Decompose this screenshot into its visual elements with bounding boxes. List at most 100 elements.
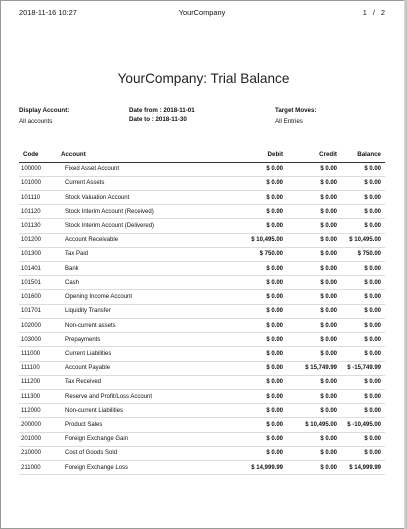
balance-cell: $ 0.00 [341, 189, 385, 205]
credit-cell: $ 0.00 [287, 218, 341, 234]
credit-cell: $ 0.00 [287, 303, 341, 319]
debit-cell: $ 0.00 [197, 360, 287, 376]
account-code: 211000 [19, 460, 57, 476]
debit-cell: $ 0.00 [197, 346, 287, 362]
credit-cell: $ 10,495.00 [287, 417, 341, 433]
debit-cell: $ 0.00 [197, 261, 287, 276]
account-name: Stock Valuation Account [57, 189, 197, 205]
credit-cell: $ 0.00 [287, 275, 341, 290]
balance-cell: $ 750.00 [341, 246, 385, 262]
page-total: 2 [380, 8, 385, 17]
balance-cell: $ 0.00 [341, 317, 385, 333]
account-name: Prepayments [57, 332, 197, 347]
account-code: 210000 [19, 445, 57, 461]
report-filters: Display Account: All accounts Date from … [19, 106, 385, 128]
balance-cell: $ 0.00 [341, 175, 385, 191]
table-row: 101130 Stock Interim Account (Delivered) $… [19, 218, 385, 234]
debit-cell: $ 0.00 [197, 303, 287, 319]
account-name: Foreign Exchange Gain [57, 431, 197, 447]
debit-cell: $ 0.00 [266, 166, 283, 173]
debit-cell: $ 0.00 [197, 218, 287, 234]
debit-cell: $ 0.00 [197, 417, 287, 433]
balance-cell: $ 0.00 [341, 445, 385, 461]
credit-cell: $ 0.00 [287, 374, 341, 390]
report-title: YourCompany: Trial Balance [117, 71, 290, 86]
account-code: 100000 [21, 166, 42, 173]
table-row: 103000 Prepayments $ 0.00 $ 0.00 $ 0.00 [19, 332, 385, 347]
balance-cell: $ 0.00 [341, 346, 385, 362]
account-code: 101300 [19, 246, 57, 262]
account-name: Stock Interim Account (Delivered) [57, 218, 197, 234]
balance-cell: $ 0.00 [341, 388, 385, 404]
credit-cell: $ 0.00 [287, 175, 341, 191]
table-row: 101600 Opening Income Account $ 0.00 $ 0.00… [19, 289, 385, 305]
filter-date-to: Date to : 2018-11-30 [129, 116, 187, 123]
credit-cell: $ 0.00 [287, 261, 341, 276]
credit-cell: $ 0.00 [287, 246, 341, 262]
balance-cell: $ -15,749.99 [341, 360, 385, 376]
table-row: 101401 Bank $ 0.00 $ 0.00 $ 0.00 [19, 261, 385, 276]
credit-cell: $ 0.00 [287, 332, 341, 347]
table-row: 102000 Non-current assets $ 0.00 $ 0.00 $ 0.… [19, 317, 385, 333]
table-row: 111200 Tax Received $ 0.00 $ 0.00 $ 0.00 [19, 374, 385, 390]
account-code: 201000 [19, 431, 57, 447]
table-header-row: Code Account Debit Credit Balance [19, 148, 385, 163]
account-name: Product Sales [57, 417, 197, 433]
account-code: 112000 [19, 403, 57, 418]
account-code: 101110 [19, 189, 57, 205]
table-row: 100000 Fixed Asset Account $ 0.00 $ 0.00 $ 0… [19, 162, 385, 176]
balance-cell: $ 0.00 [341, 303, 385, 319]
account-code: 101120 [19, 204, 57, 219]
debit-cell: $ 0.00 [197, 431, 287, 447]
account-code: 101501 [19, 275, 57, 290]
account-code: 102000 [19, 317, 57, 333]
debit-cell: $ 0.00 [197, 403, 287, 418]
account-name: Foreign Exchange Loss [57, 460, 197, 476]
header-code: Code [19, 148, 57, 163]
table-row: 111100 Account Payable $ 0.00 $ 15,749.99 $ … [19, 360, 385, 376]
credit-cell: $ 0.00 [287, 445, 341, 461]
print-header: 2018-11-16 10:27 YourCompany 1/2 [19, 8, 385, 20]
table-body: 100000 Fixed Asset Account $ 0.00 $ 0.00 $ 0… [19, 162, 385, 476]
account-name: Current Assets [57, 175, 197, 191]
account-name: Account Receivable [57, 232, 197, 248]
balance-cell: $ 0.00 [364, 166, 381, 173]
header-account: Account [57, 148, 197, 163]
table-row: 101300 Tax Paid $ 750.00 $ 0.00 $ 750.00 [19, 246, 385, 262]
credit-cell: $ 0.00 [320, 166, 337, 173]
debit-cell: $ 0.00 [197, 388, 287, 404]
debit-cell: $ 0.00 [197, 175, 287, 191]
account-name: Non-current Liabilities [57, 403, 197, 418]
print-company-name: YourCompany [178, 8, 226, 17]
account-name: Account Payable [57, 360, 197, 376]
account-code: 103000 [19, 332, 57, 347]
debit-cell: $ 0.00 [197, 189, 287, 205]
table-row: 211000 Foreign Exchange Loss $ 14,999.99 $ … [19, 460, 385, 476]
account-code: 101130 [19, 218, 57, 234]
balance-cell: $ 0.00 [341, 218, 385, 234]
credit-cell: $ 0.00 [287, 460, 341, 476]
credit-cell: $ 0.00 [287, 232, 341, 248]
debit-cell: $ 750.00 [197, 246, 287, 262]
account-code: 200000 [19, 417, 57, 433]
table-row: 210000 Cost of Goods Sold $ 0.00 $ 0.00 $ 0.… [19, 445, 385, 461]
debit-cell: $ 14,999.99 [197, 460, 287, 476]
table-row: 101000 Current Assets $ 0.00 $ 0.00 $ 0.00 [19, 175, 385, 191]
filter-target-moves-label: Target Moves: [275, 107, 317, 114]
trial-balance-table: Code Account Debit Credit Balance 100000… [19, 148, 385, 476]
debit-cell: $ 0.00 [197, 289, 287, 305]
table-row: 101501 Cash $ 0.00 $ 0.00 $ 0.00 [19, 275, 385, 290]
balance-cell: $ 0.00 [341, 204, 385, 219]
header-debit: Debit [197, 148, 287, 163]
page-counter: 1 / 2 [363, 8, 385, 17]
debit-cell: $ 0.00 [197, 332, 287, 347]
page-separator: / [372, 8, 375, 17]
account-code: 111000 [19, 346, 57, 362]
table-row: 101200 Account Receivable $ 10,495.00 $ 0.0… [19, 232, 385, 248]
credit-cell: $ 0.00 [287, 204, 341, 219]
balance-cell: $ 0.00 [341, 374, 385, 390]
account-code: 101000 [19, 175, 57, 191]
debit-cell: $ 0.00 [197, 374, 287, 390]
balance-cell: $ 10,495.00 [341, 232, 385, 248]
filter-display-account-label: Display Account: [19, 107, 70, 114]
